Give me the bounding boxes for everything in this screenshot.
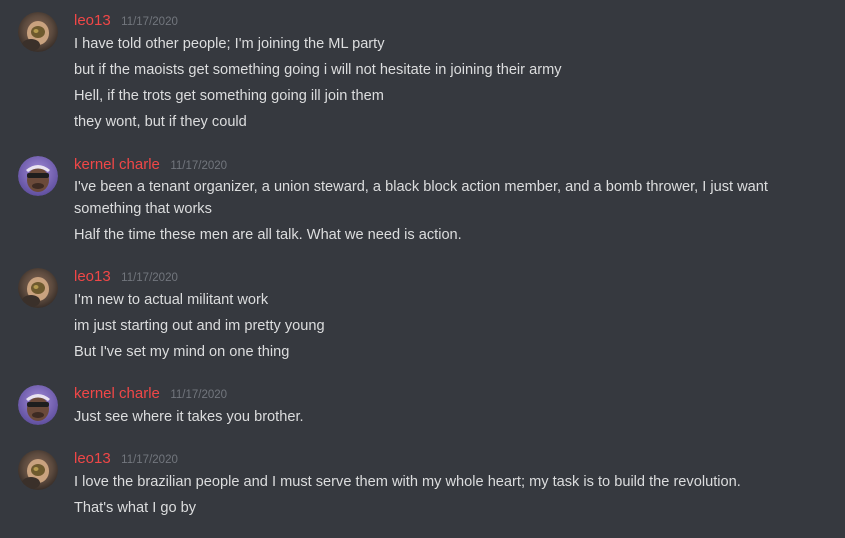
chat-message-list[interactable]: leo13 11/17/2020 I have told other peopl… [0,0,845,538]
username[interactable]: leo13 [74,12,111,29]
message-line: Half the time these men are all talk. Wh… [74,227,462,243]
message-header: kernel charle 11/17/2020 [74,156,227,174]
username[interactable]: kernel charle [74,385,160,402]
timestamp: 11/17/2020 [121,16,178,28]
leo13-avatar[interactable] [18,268,58,308]
message-line: but if the maoists get something going i… [74,62,562,78]
leo13-avatar[interactable] [18,450,58,490]
kernel-charle-avatar[interactable] [18,385,58,425]
message-line: I love the brazilian people and I must s… [74,474,741,490]
username[interactable]: leo13 [74,268,111,285]
message-line: Hell, if the trots get something going i… [74,88,384,104]
username[interactable]: kernel charle [74,156,160,173]
message-header: kernel charle 11/17/2020 [74,385,227,403]
message-header: leo13 11/17/2020 [74,268,178,286]
message-line: im just starting out and im pretty young [74,318,325,334]
message-line: I have told other people; I'm joining th… [74,36,385,52]
message-line: they wont, but if they could [74,114,247,130]
kernel-charle-avatar[interactable] [18,156,58,196]
timestamp: 11/17/2020 [170,389,228,401]
message-line: I've been a tenant organizer, a union st… [74,179,768,217]
message-line: I'm new to actual militant work [74,292,269,308]
timestamp: 11/17/2020 [170,160,228,172]
timestamp: 11/17/2020 [121,454,178,466]
username[interactable]: leo13 [74,450,111,467]
timestamp: 11/17/2020 [121,272,178,284]
message-line: But I've set my mind on one thing [74,344,290,360]
message-line: That's what I go by [74,500,197,516]
leo13-avatar[interactable] [18,12,58,52]
message-line: Just see where it takes you brother. [74,409,304,425]
message-header: leo13 11/17/2020 [74,450,178,468]
message-header: leo13 11/17/2020 [74,12,178,30]
